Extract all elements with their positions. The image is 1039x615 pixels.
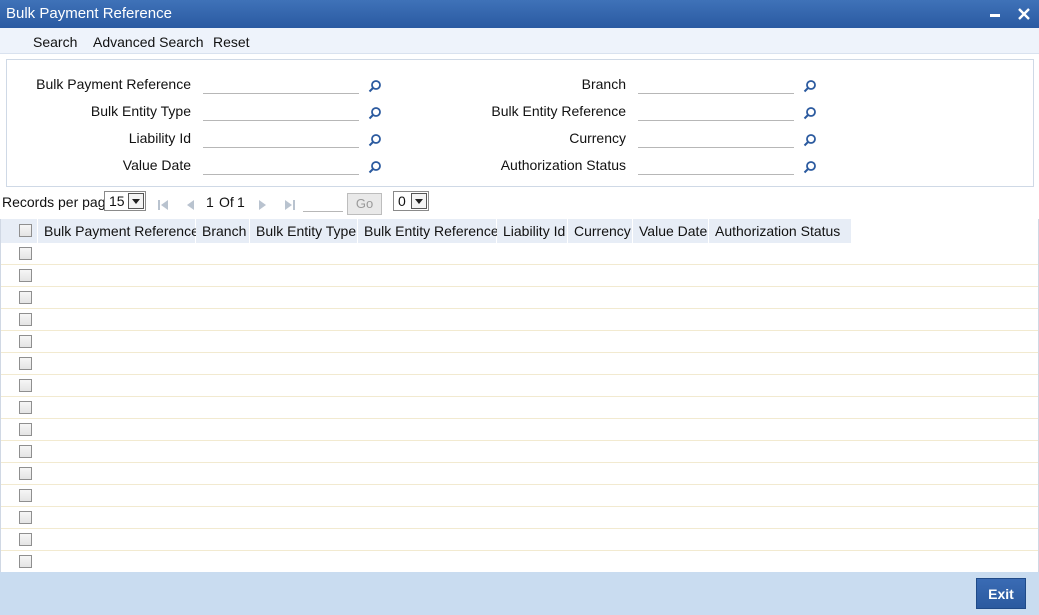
menu-reset[interactable]: Reset — [213, 34, 250, 50]
next-page-icon[interactable] — [257, 198, 269, 210]
page-select[interactable]: 0 — [393, 191, 429, 211]
table-row[interactable] — [1, 353, 1038, 375]
pagination-bar: Records per page 15 1 Of 1 0 — [0, 190, 1039, 216]
grid-header: Bulk Payment Reference Branch Bulk Entit… — [1, 219, 1038, 243]
column-header[interactable]: Liability Id — [497, 219, 568, 243]
table-row[interactable] — [1, 243, 1038, 265]
row-checkbox[interactable] — [19, 445, 32, 458]
bulk-payment-reference-field[interactable] — [203, 74, 359, 94]
column-header[interactable]: Value Date — [633, 219, 709, 243]
column-header[interactable]: Currency — [568, 219, 633, 243]
authorization-status-field[interactable] — [638, 155, 794, 175]
table-row[interactable] — [1, 463, 1038, 485]
row-checkbox[interactable] — [19, 269, 32, 282]
table-row[interactable] — [1, 551, 1038, 573]
branch-label: Branch — [581, 76, 626, 92]
go-button[interactable]: Go — [347, 193, 382, 215]
table-row[interactable] — [1, 375, 1038, 397]
table-row[interactable] — [1, 529, 1038, 551]
column-header[interactable]: Authorization Status — [709, 219, 852, 243]
menu-search[interactable]: Search — [33, 34, 77, 50]
footer-bar — [0, 572, 1039, 615]
column-header[interactable]: Branch — [196, 219, 250, 243]
table-row[interactable] — [1, 507, 1038, 529]
table-row[interactable] — [1, 331, 1038, 353]
row-checkbox[interactable] — [19, 313, 32, 326]
row-checkbox[interactable] — [19, 379, 32, 392]
column-header[interactable]: Bulk Entity Reference — [358, 219, 499, 243]
exit-button[interactable]: Exit — [976, 578, 1026, 609]
bulk-entity-type-search-icon[interactable] — [368, 106, 382, 120]
row-checkbox[interactable] — [19, 555, 32, 568]
row-checkbox[interactable] — [19, 401, 32, 414]
records-per-page-value: 15 — [109, 193, 125, 209]
close-icon[interactable] — [1014, 4, 1034, 24]
first-page-icon[interactable] — [157, 198, 169, 210]
page-select-value: 0 — [398, 193, 406, 209]
bulk-payment-reference-search-icon[interactable] — [368, 79, 382, 93]
table-row[interactable] — [1, 441, 1038, 463]
select-all-checkbox[interactable] — [19, 224, 32, 237]
liability-id-label: Liability Id — [128, 130, 191, 146]
minimize-icon[interactable] — [985, 4, 1005, 24]
branch-field[interactable] — [638, 74, 794, 94]
current-page: 1 — [206, 194, 214, 210]
total-pages: 1 — [237, 194, 245, 210]
chevron-down-icon — [411, 193, 427, 209]
row-checkbox[interactable] — [19, 467, 32, 480]
authorization-status-search-icon[interactable] — [803, 160, 817, 174]
row-checkbox[interactable] — [19, 423, 32, 436]
records-per-page-select[interactable]: 15 — [104, 191, 146, 211]
title-bar: Bulk Payment Reference — [0, 0, 1039, 28]
authorization-status-label: Authorization Status — [500, 157, 626, 173]
bulk-payment-reference-label: Bulk Payment Reference — [36, 76, 191, 92]
table-row[interactable] — [1, 265, 1038, 287]
previous-page-icon[interactable] — [184, 198, 196, 210]
results-grid: Bulk Payment Reference Branch Bulk Entit… — [0, 219, 1039, 573]
bulk-entity-type-label: Bulk Entity Type — [90, 103, 191, 119]
table-row[interactable] — [1, 397, 1038, 419]
bulk-entity-type-field[interactable] — [203, 101, 359, 121]
table-row[interactable] — [1, 419, 1038, 441]
menu-advanced-search[interactable]: Advanced Search — [93, 34, 204, 50]
bulk-entity-reference-label: Bulk Entity Reference — [491, 103, 626, 119]
table-row[interactable] — [1, 287, 1038, 309]
row-checkbox[interactable] — [19, 247, 32, 260]
chevron-down-icon — [128, 193, 144, 209]
row-checkbox[interactable] — [19, 357, 32, 370]
branch-search-icon[interactable] — [803, 79, 817, 93]
currency-label: Currency — [569, 130, 626, 146]
column-header[interactable]: Bulk Payment Reference — [38, 219, 199, 243]
page-of-label: Of — [219, 194, 234, 210]
records-per-page-label: Records per page — [2, 194, 114, 210]
bulk-entity-reference-search-icon[interactable] — [803, 106, 817, 120]
row-checkbox[interactable] — [19, 335, 32, 348]
row-checkbox[interactable] — [19, 489, 32, 502]
liability-id-search-icon[interactable] — [368, 133, 382, 147]
currency-field[interactable] — [638, 128, 794, 148]
value-date-label: Value Date — [122, 157, 191, 173]
bulk-entity-reference-field[interactable] — [638, 101, 794, 121]
value-date-field[interactable] — [203, 155, 359, 175]
goto-page-input[interactable] — [303, 194, 343, 212]
liability-id-field[interactable] — [203, 128, 359, 148]
last-page-icon[interactable] — [284, 198, 296, 210]
menu-bar: Search Advanced Search Reset — [0, 28, 1039, 54]
currency-search-icon[interactable] — [803, 133, 817, 147]
row-checkbox[interactable] — [19, 533, 32, 546]
row-checkbox[interactable] — [19, 291, 32, 304]
column-header[interactable]: Bulk Entity Type — [250, 219, 358, 243]
row-checkbox[interactable] — [19, 511, 32, 524]
table-row[interactable] — [1, 485, 1038, 507]
window-title: Bulk Payment Reference — [6, 5, 172, 22]
table-row[interactable] — [1, 309, 1038, 331]
value-date-search-icon[interactable] — [368, 160, 382, 174]
